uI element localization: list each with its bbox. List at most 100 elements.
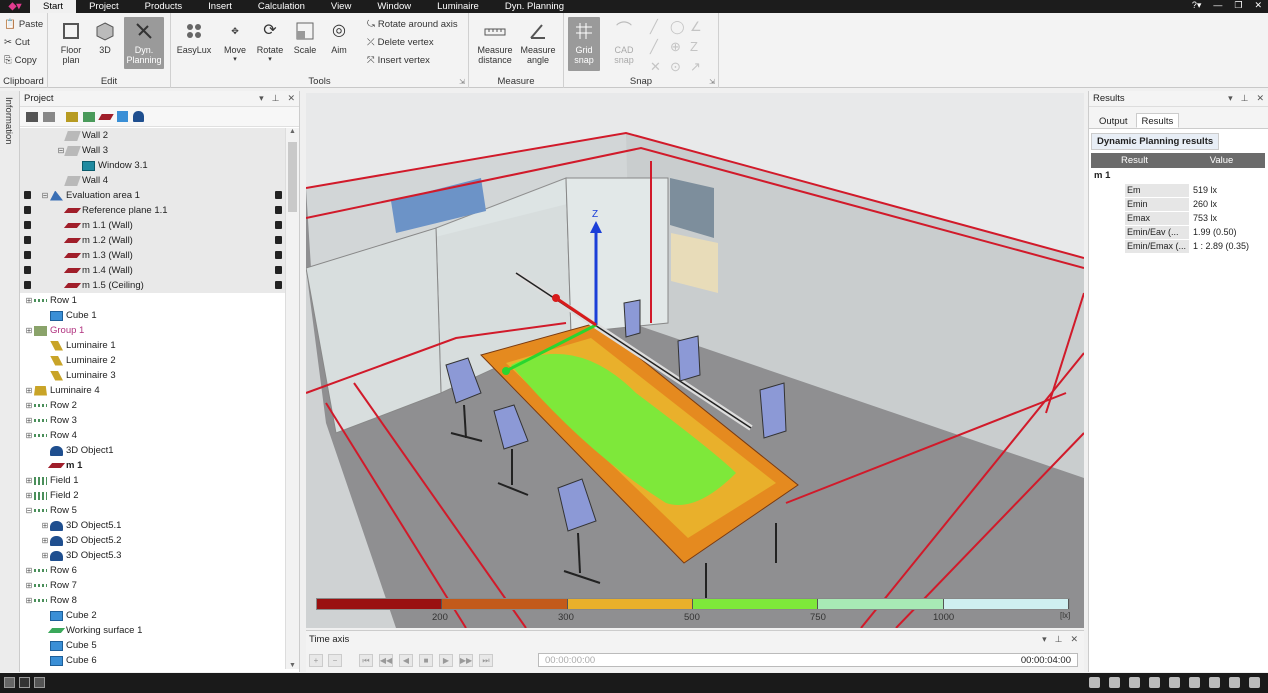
cut-button[interactable]: ✂ Cut <box>4 37 30 48</box>
menu-start[interactable]: Start <box>30 0 77 13</box>
tree-item[interactable]: ⊞ Row 3 <box>20 413 286 428</box>
tree-item[interactable]: Reference plane 1.1 <box>20 203 286 218</box>
cube-filter-icon[interactable] <box>117 111 128 122</box>
step-forward-button[interactable]: ▶▶ <box>459 654 473 667</box>
tab-output[interactable]: Output <box>1093 113 1134 128</box>
lock-icon[interactable] <box>275 191 282 199</box>
grid-view-icon[interactable] <box>4 677 15 688</box>
lock-icon[interactable] <box>24 281 31 289</box>
dyn-planning-button[interactable]: Dyn. Planning <box>124 17 164 69</box>
help-icon[interactable]: ?▾ <box>1192 0 1202 11</box>
grid-snap-button[interactable]: Grid snap <box>568 17 600 71</box>
lock-icon[interactable] <box>275 221 282 229</box>
floor-plan-button[interactable]: Floor plan <box>56 19 86 65</box>
restore-icon[interactable]: ❐ <box>1234 0 1242 11</box>
results-group-m1[interactable]: m 1 <box>1091 168 1265 183</box>
view-front-icon[interactable] <box>1169 677 1180 688</box>
tree-item[interactable]: ⊞ Row 6 <box>20 563 286 578</box>
scale-button[interactable]: Scale <box>292 19 318 55</box>
tree-item[interactable]: m 1.3 (Wall) <box>20 248 286 263</box>
scroll-down-icon[interactable]: ▼ <box>286 662 299 669</box>
tree-item[interactable]: Cube 2 <box>20 608 286 623</box>
expand-toggle-icon[interactable]: ⊞ <box>24 296 34 305</box>
go-end-button[interactable]: ⏭ <box>479 654 493 667</box>
lock-icon[interactable] <box>24 206 31 214</box>
tree-item[interactable]: ⊞ Row 7 <box>20 578 286 593</box>
tree-item[interactable]: ⊞ Row 1 <box>20 293 286 308</box>
lock-icon[interactable] <box>275 236 282 244</box>
zoom-out-icon[interactable] <box>1109 677 1120 688</box>
minimize-icon[interactable]: — <box>1213 0 1222 11</box>
paste-button[interactable]: 📋 Paste <box>4 19 43 30</box>
tree-item[interactable]: ⊞ Row 4 <box>20 428 286 443</box>
tree-item[interactable]: Window 3.1 <box>20 158 286 173</box>
timeaxis-close-icon[interactable]: ✕ <box>1070 634 1078 645</box>
results-menu-icon[interactable]: ▾ <box>1228 93 1233 104</box>
timeaxis-menu-icon[interactable]: ▾ <box>1042 634 1047 645</box>
expand-toggle-icon[interactable]: ⊞ <box>24 491 34 500</box>
tree-item[interactable]: ⊟ Row 5 <box>20 503 286 518</box>
project-scrollbar[interactable]: ▲ ▼ <box>285 128 299 669</box>
view-3d-icon[interactable] <box>1129 677 1140 688</box>
add-keyframe-button[interactable]: + <box>309 654 323 667</box>
tab-results[interactable]: Results <box>1135 113 1180 128</box>
luminaire-filter-icon[interactable] <box>66 111 78 122</box>
tree-item[interactable]: Working surface 1 <box>20 623 286 638</box>
timeaxis-pin-icon[interactable]: ⊥ <box>1055 634 1063 645</box>
menu-products[interactable]: Products <box>132 0 196 13</box>
lock-icon[interactable] <box>24 266 31 274</box>
play-button[interactable]: ▶ <box>439 654 453 667</box>
expand-toggle-icon[interactable]: ⊞ <box>24 581 34 590</box>
plane-filter-icon[interactable] <box>98 113 114 120</box>
snap-center-icon[interactable]: ⊕ <box>670 39 690 55</box>
tree-item[interactable]: ⊟ Wall 3 <box>20 143 286 158</box>
lock-icon[interactable] <box>275 281 282 289</box>
tree-item[interactable]: ⊞ Row 8 <box>20 593 286 608</box>
snap-line-icon[interactable]: ╱ <box>650 19 670 35</box>
scroll-up-icon[interactable]: ▲ <box>286 128 299 135</box>
snap-cross-icon[interactable]: ✕ <box>650 59 670 75</box>
measure-angle-button[interactable]: Measure angle <box>518 19 558 65</box>
tree-item[interactable]: Cube 1 <box>20 308 286 323</box>
tree-item[interactable]: ⊞ Field 1 <box>20 473 286 488</box>
time-slider[interactable]: 00:00:00:00 00:00:04:00 <box>538 653 1078 667</box>
tree-item[interactable]: ⊞ Field 2 <box>20 488 286 503</box>
snap-angle-icon[interactable]: ∠ <box>690 19 710 35</box>
copy-button[interactable]: ⎘ Copy <box>4 55 37 66</box>
expand-toggle-icon[interactable]: ⊞ <box>40 551 50 560</box>
expand-toggle-icon[interactable]: ⊞ <box>40 536 50 545</box>
delete-vertex-button[interactable]: ⤫ Delete vertex <box>367 37 434 48</box>
easylux-button[interactable]: EasyLux <box>176 19 212 55</box>
expand-toggle-icon[interactable]: ⊞ <box>24 326 34 335</box>
menu-dyn-planning[interactable]: Dyn. Planning <box>492 0 577 13</box>
expand-toggle-icon[interactable]: ⊟ <box>40 191 50 200</box>
results-pin-icon[interactable]: ⊥ <box>1241 93 1249 104</box>
tree-item[interactable]: Wall 4 <box>20 173 286 188</box>
tree-item[interactable]: m 1.5 (Ceiling) <box>20 278 286 293</box>
tree-item[interactable]: Cube 6 <box>20 653 286 668</box>
expand-toggle-icon[interactable]: ⊞ <box>24 596 34 605</box>
layers-icon[interactable] <box>26 111 38 122</box>
lock-icon[interactable] <box>24 191 31 199</box>
tree-item[interactable]: ⊞ 3D Object5.3 <box>20 548 286 563</box>
filter-icon[interactable] <box>83 111 95 122</box>
tree-item[interactable]: m 1.4 (Wall) <box>20 263 286 278</box>
menu-insert[interactable]: Insert <box>195 0 245 13</box>
zoom-in-icon[interactable] <box>1089 677 1100 688</box>
insert-vertex-button[interactable]: ⤧ Insert vertex <box>367 55 430 66</box>
expand-toggle-icon[interactable]: ⊞ <box>24 431 34 440</box>
view-solid-icon[interactable] <box>1149 677 1160 688</box>
3d-view-button[interactable]: 3D <box>92 19 118 55</box>
go-start-button[interactable]: ⏮ <box>359 654 373 667</box>
stop-button[interactable]: ■ <box>419 654 433 667</box>
aim-button[interactable]: ◎ Aim <box>327 19 351 56</box>
snap-launcher-icon[interactable]: ⇲ <box>709 78 715 86</box>
snap-edge-icon[interactable]: ╱ <box>650 39 670 55</box>
expand-toggle-icon[interactable]: ⊞ <box>24 476 34 485</box>
results-close-icon[interactable]: ✕ <box>1256 93 1264 104</box>
menu-luminaire[interactable]: Luminaire <box>424 0 492 13</box>
dynamic-planning-results-tab[interactable]: Dynamic Planning results <box>1091 133 1220 150</box>
tree-item[interactable]: ⊟ Evaluation area 1 <box>20 188 286 203</box>
snap-z-icon[interactable]: Z <box>690 39 710 55</box>
expand-toggle-icon[interactable]: ⊞ <box>24 401 34 410</box>
